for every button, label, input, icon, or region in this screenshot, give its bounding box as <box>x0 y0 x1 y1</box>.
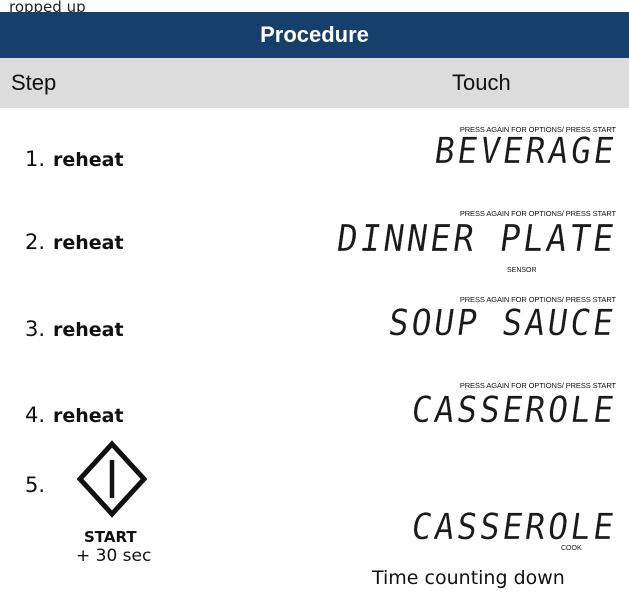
lcd-display: SOUP SAUCE <box>386 303 619 344</box>
column-header-bar: Step Touch <box>0 58 629 108</box>
reheat-action: reheat <box>53 232 124 254</box>
add-30-sec-label: + 30 sec <box>76 546 152 566</box>
step-number: 1. <box>25 147 46 171</box>
procedure-header: Procedure <box>0 12 629 58</box>
start-diamond-icon <box>76 440 148 522</box>
step-number: 5. <box>25 473 46 497</box>
display-hint: PRESS AGAIN FOR OPTIONS/ PRESS START <box>459 381 616 390</box>
reheat-action: reheat <box>53 405 124 427</box>
start-button-label: START <box>84 528 137 546</box>
step-number: 2. <box>25 230 46 254</box>
step-number: 4. <box>25 403 46 427</box>
column-touch-label: Touch <box>452 70 511 95</box>
lcd-display: CASSEROLE <box>408 390 619 431</box>
countdown-note: Time counting down <box>372 567 565 589</box>
lcd-display: CASSEROLE <box>408 507 619 548</box>
sensor-indicator: SENSOR <box>507 267 537 274</box>
column-step-label: Step <box>11 70 57 95</box>
reheat-action: reheat <box>53 319 124 341</box>
cook-indicator: COOK <box>561 545 582 552</box>
header-title: Procedure <box>260 22 369 47</box>
step-number: 3. <box>25 317 46 341</box>
lcd-display: BEVERAGE <box>431 131 619 172</box>
lcd-display: DINNER PLATE <box>333 217 620 260</box>
reheat-action: reheat <box>53 149 124 171</box>
